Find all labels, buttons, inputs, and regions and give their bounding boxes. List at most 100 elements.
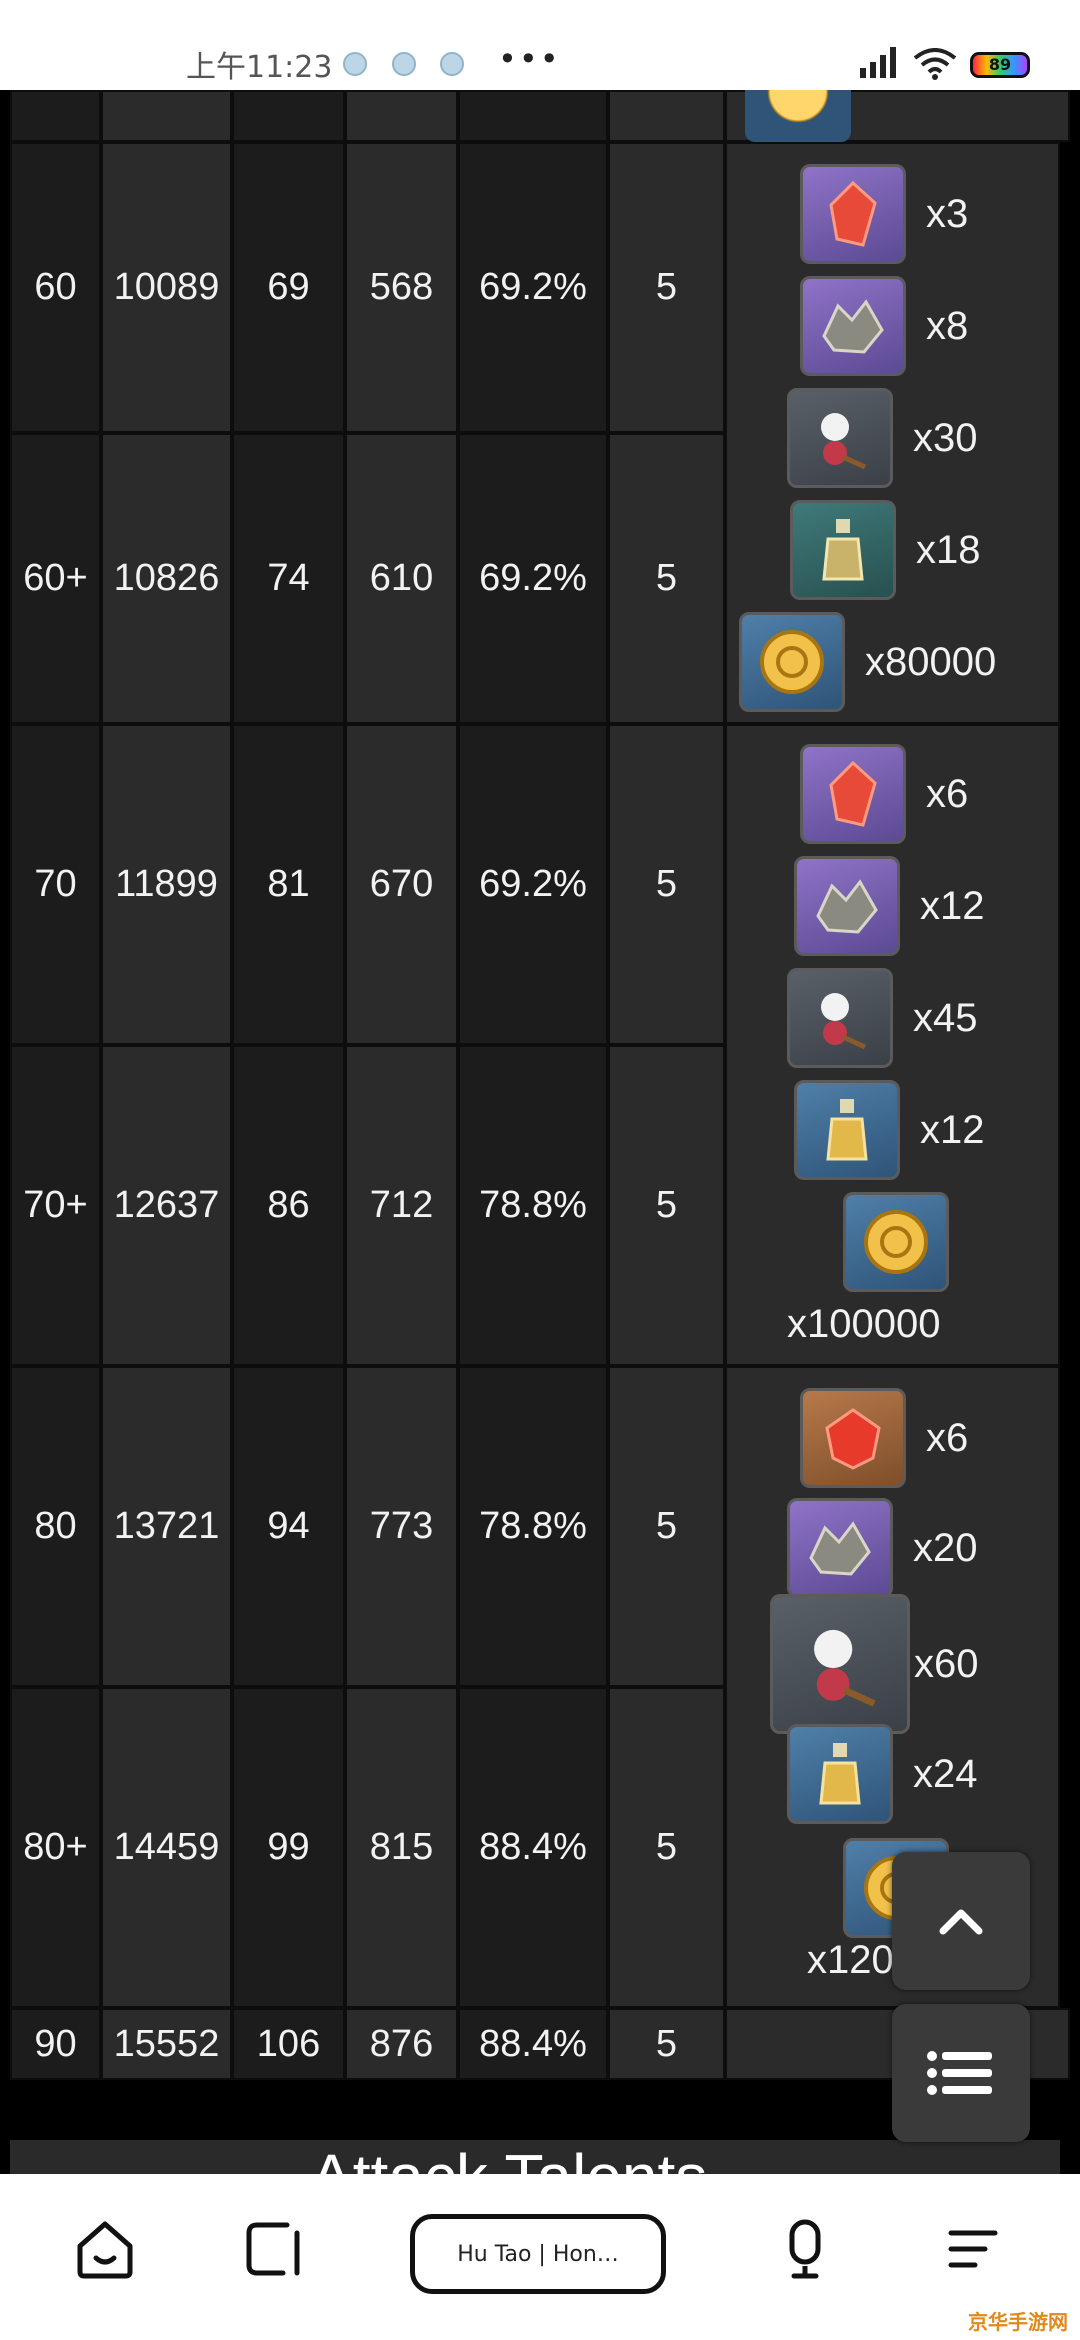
browser-bottom-bar: Hu Tao | Hon…: [0, 2174, 1080, 2340]
atk-cell: 81: [232, 724, 345, 1045]
hp-cell: 10089: [101, 142, 232, 433]
material-item: x100000: [727, 1192, 1062, 1362]
def-cell: 712: [345, 1045, 458, 1366]
material-item: x3: [800, 164, 968, 264]
material-count: x6: [926, 771, 969, 816]
atk-cell: 94: [232, 1366, 345, 1687]
gem-icon: [800, 744, 906, 844]
bonus-stat-cell: 88.4%: [458, 2008, 608, 2080]
menu-icon: [948, 2230, 998, 2268]
flower-icon: [770, 1594, 910, 1734]
atk-cell: 99: [232, 1687, 345, 2008]
material-count: x3: [926, 191, 969, 236]
def-cell: 610: [345, 433, 458, 724]
bottle-icon: [790, 500, 896, 600]
material-item: x6: [800, 1388, 968, 1488]
material-count: x120: [807, 1938, 894, 1982]
material-item: x45: [787, 968, 978, 1068]
signal-icon: [860, 47, 896, 78]
bonus-stat-cell: 78.8%: [458, 1045, 608, 1366]
def-cell: 670: [345, 724, 458, 1045]
hp-cell: 11899: [101, 724, 232, 1045]
address-bar[interactable]: Hu Tao | Hon…: [410, 2214, 666, 2294]
level-cell: 70: [10, 724, 101, 1045]
bonus-stat-cell: 88.4%: [458, 1687, 608, 2008]
bottle-icon: [787, 1724, 893, 1824]
tabs-icon: [246, 2222, 300, 2276]
stone-icon: [787, 1498, 893, 1598]
stone-icon: [800, 276, 906, 376]
materials-cell: [725, 42, 1070, 142]
status-time: 上午11:23: [186, 50, 333, 85]
bonus-stat-cell: 69.2%: [458, 724, 608, 1045]
atk-cell: 106: [232, 2008, 345, 2080]
material-item: x18: [790, 500, 981, 600]
def-cell: 568: [345, 142, 458, 433]
slots-cell: 5: [608, 724, 725, 1045]
atk-cell: 69: [232, 142, 345, 433]
status-bar: 上午11:23 ••• 89: [0, 0, 1080, 90]
material-item: x8: [800, 276, 968, 376]
ascension-table: 60 10089 69 568 69.2% 5 60+ 10826 74 610…: [10, 42, 1070, 2080]
material-item: x30: [787, 388, 978, 488]
atk-cell: 74: [232, 433, 345, 724]
level-cell: 80: [10, 1366, 101, 1687]
material-item: x12: [794, 856, 985, 956]
table-cell: [232, 90, 345, 142]
level-cell: 90: [10, 2008, 101, 2080]
scroll-to-top-button[interactable]: [892, 1852, 1030, 1990]
material-count: x60: [914, 1641, 979, 1686]
material-count: x24: [913, 1751, 978, 1796]
table-cell: [458, 90, 608, 142]
gem-icon: [800, 164, 906, 264]
material-item: x12: [794, 1080, 985, 1180]
table-cell: [101, 90, 232, 142]
watermark: 京华手游网: [968, 2310, 1068, 2334]
def-cell: 815: [345, 1687, 458, 2008]
material-count: x12: [920, 883, 985, 928]
flower-icon: [787, 388, 893, 488]
material-count: x100000: [787, 1302, 941, 1346]
menu-button[interactable]: [938, 2214, 1008, 2284]
material-count: x20: [913, 1525, 978, 1570]
material-count: x80000: [865, 639, 997, 684]
slots-cell: 5: [608, 1687, 725, 2008]
notification-icon: [440, 52, 464, 76]
home-button[interactable]: [70, 2214, 140, 2284]
table-of-contents-button[interactable]: [892, 2004, 1030, 2142]
level-cell: 60+: [10, 433, 101, 724]
slots-cell: 5: [608, 142, 725, 433]
more-notifications-icon: •••: [498, 40, 561, 78]
slots-cell: 5: [608, 1045, 725, 1366]
hp-cell: 14459: [101, 1687, 232, 2008]
microphone-icon: [789, 2219, 821, 2279]
def-cell: 773: [345, 1366, 458, 1687]
material-count: x8: [926, 303, 969, 348]
flower-icon: [787, 968, 893, 1068]
table-cell: [345, 90, 458, 142]
material-item: x80000: [739, 612, 996, 712]
material-count: x45: [913, 995, 978, 1040]
level-cell: 70+: [10, 1045, 101, 1366]
def-cell: 876: [345, 2008, 458, 2080]
level-cell: 60: [10, 142, 101, 433]
bonus-stat-cell: 69.2%: [458, 142, 608, 433]
material-item: x60: [770, 1594, 979, 1734]
chevron-up-icon: [939, 1909, 983, 1935]
material-count: x30: [913, 415, 978, 460]
bottle-icon: [794, 1080, 900, 1180]
bonus-stat-cell: 78.8%: [458, 1366, 608, 1687]
wifi-icon: [913, 48, 957, 80]
table-cell: [10, 90, 101, 142]
tabs-button[interactable]: [238, 2214, 308, 2284]
materials-cell: x3 x8 x30 x18 x80000: [725, 142, 1060, 724]
slots-cell: 5: [608, 2008, 725, 2080]
material-item: x20: [787, 1498, 978, 1598]
voice-search-button[interactable]: [770, 2214, 840, 2284]
stone-icon: [794, 856, 900, 956]
material-count: x6: [926, 1415, 969, 1460]
mora-coin-icon: [739, 612, 845, 712]
home-icon: [77, 2221, 133, 2279]
list-icon: [927, 2051, 992, 2095]
hp-cell: 13721: [101, 1366, 232, 1687]
